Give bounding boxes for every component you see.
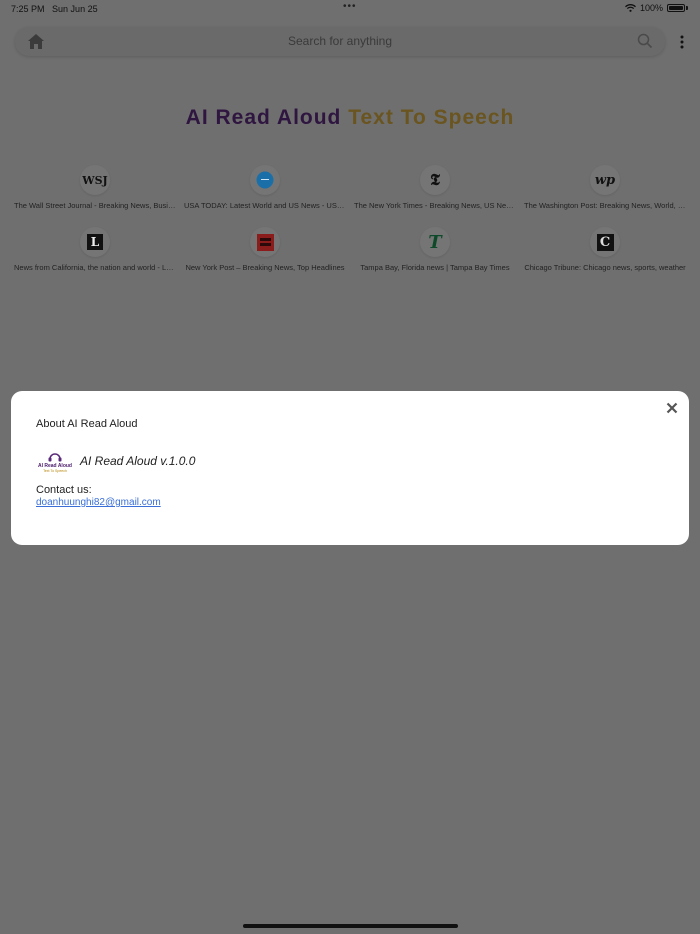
multitask-dots[interactable]: ••• [343,1,357,12]
shortcut-label: Tampa Bay, Florida news | Tampa Bay Time… [360,263,510,272]
battery-icon [667,4,685,12]
shortcut-washingtonpost[interactable]: wp The Washington Post: Breaking News, W… [520,165,690,210]
shortcut-tampabaytimes[interactable]: T Tampa Bay, Florida news | Tampa Bay Ti… [350,227,520,272]
chicagotribune-logo-icon: C [590,227,620,257]
dialog-title: About AI Read Aloud [36,418,138,430]
status-time: 7:25 PM Sun Jun 25 [11,4,98,14]
contact-email-link[interactable]: doanhuunghi82@gmail.com [36,497,161,508]
usatoday-logo-icon [250,165,280,195]
shortcut-usatoday[interactable]: USA TODAY: Latest World and US News - US… [180,165,350,210]
search-input[interactable]: Search for anything [15,34,665,48]
contact-label: Contact us: [36,484,92,496]
more-vertical-icon[interactable] [676,35,688,49]
washingtonpost-logo-icon: wp [590,165,620,195]
shortcut-chicagotribune[interactable]: C Chicago Tribune: Chicago news, sports,… [520,227,690,272]
shortcut-label: The Washington Post: Breaking News, Worl… [524,201,689,210]
shortcut-label: The New York Times - Breaking News, US N… [354,201,520,210]
battery-percent: 100% [639,3,663,13]
status-right: 100% [625,3,688,13]
shortcut-label: Chicago Tribune: Chicago news, sports, w… [524,263,686,272]
shortcut-wsj[interactable]: WSJ The Wall Street Journal - Breaking N… [10,165,180,210]
wsj-logo-icon: WSJ [80,165,110,195]
about-dialog: About AI Read Aloud AI Read Aloud Text T… [11,391,689,545]
app-title-part1: AI Read Aloud [185,106,342,129]
svg-text:Text To Speech: Text To Speech [43,469,67,473]
shortcut-nytimes[interactable]: 𝕿 The New York Times - Breaking News, US… [350,165,520,210]
shortcut-nypost[interactable]: New York Post – Breaking News, Top Headl… [180,227,350,272]
shortcut-label: News from California, the nation and wor… [14,263,180,272]
status-bar: 7:25 PM Sun Jun 25 ••• 100% [0,0,700,18]
search-bar[interactable]: Search for anything [15,27,665,56]
app-version: AI Read Aloud v.1.0.0 [80,454,196,468]
tampabaytimes-logo-icon: T [420,227,450,257]
nypost-logo-icon [250,227,280,257]
close-icon[interactable] [666,402,678,414]
app-title: AI Read Aloud Text To Speech [0,106,700,130]
nytimes-logo-icon: 𝕿 [420,165,450,195]
wifi-icon [625,4,636,12]
app-title-part2: Text To Speech [348,106,515,129]
latimes-logo-icon: L [80,227,110,257]
shortcut-label: The Wall Street Journal - Breaking News,… [14,201,180,210]
shortcut-label: New York Post – Breaking News, Top Headl… [185,263,345,272]
app-logo-icon: AI Read Aloud Text To Speech [38,453,72,473]
search-icon[interactable] [637,33,653,49]
home-indicator[interactable] [243,924,458,928]
shortcut-latimes[interactable]: L News from California, the nation and w… [10,227,180,272]
shortcut-label: USA TODAY: Latest World and US News - US… [184,201,350,210]
